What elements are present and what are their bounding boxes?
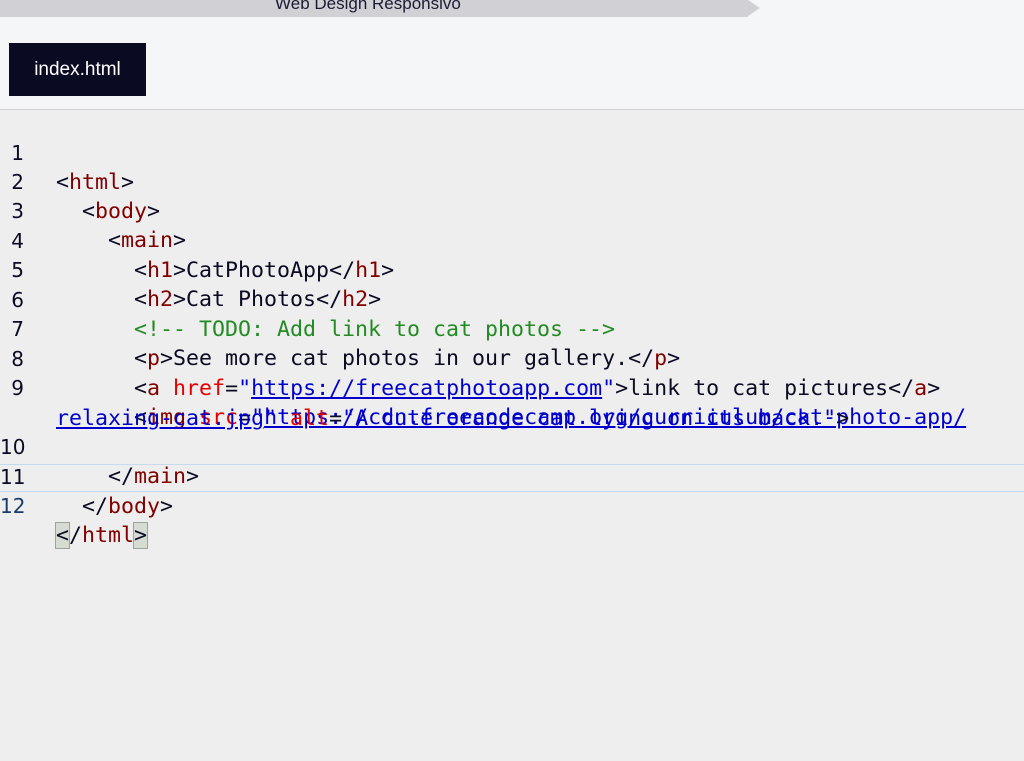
code-line: 7 <p>See more cat photos in our gallery.… (0, 286, 1024, 371)
code-line: 8 <a href="https://freecatphotoapp.com">… (0, 316, 1024, 401)
code-line: 11 </body> (0, 434, 1024, 519)
code-line: 6 <!-- TODO: Add link to cat photos --> (0, 257, 1024, 342)
matching-bracket: > (133, 522, 149, 549)
top-bar: Web Design Responsivo (0, 0, 1024, 18)
code-line-content: </body> (56, 494, 174, 519)
breadcrumb-label: Web Design Responsivo (275, 0, 461, 13)
tag-name: html (82, 523, 135, 548)
code-line: 5 <h2>Cat Photos</h2> (0, 227, 1024, 312)
code-line: 2 <body> (0, 139, 1024, 224)
code-line-content: </html> (54, 522, 149, 549)
breadcrumb[interactable]: Web Design Responsivo (0, 0, 760, 17)
line-number: 12 (0, 494, 26, 518)
code-line: 4 <h1>CatPhotoApp</h1> (0, 198, 1024, 283)
code-editor[interactable]: 1 <html> 2 <body> 3 <main> 4 <h1>CatPhot… (0, 110, 1024, 761)
code-line-wrapped: relaxing-cat.jpg" alt="A cute orange cat… (0, 375, 1024, 431)
code-line-active: 12 </html> (0, 463, 1024, 549)
file-tab-bar: index.html (0, 18, 1024, 110)
code-line: 9 <img src="https://cdn.freecodecamp.org… (0, 345, 1024, 430)
code-line: 3 <main> (0, 168, 1024, 253)
matching-bracket: < (54, 522, 71, 549)
file-tab-index-html[interactable]: index.html (9, 43, 146, 96)
code-line: 10 </main> (0, 404, 1024, 489)
tag-name: body (108, 494, 161, 519)
code-line: 1 <html> (0, 110, 1024, 195)
